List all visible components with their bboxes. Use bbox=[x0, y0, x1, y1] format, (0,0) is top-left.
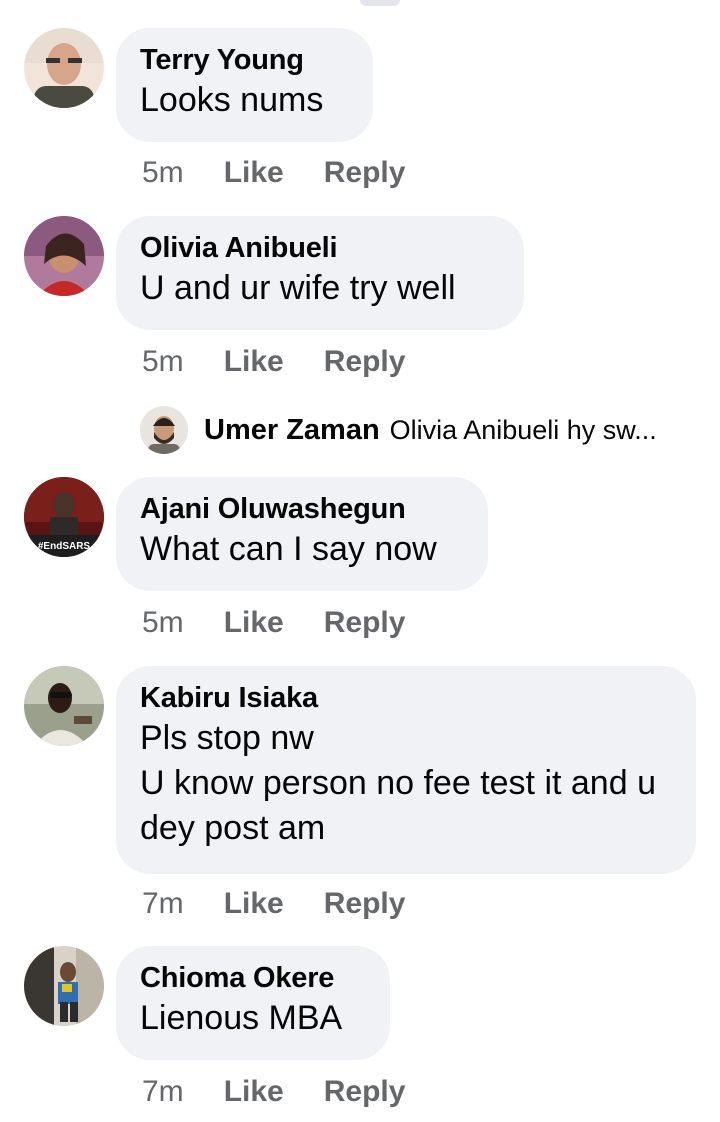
comment-time: 7m bbox=[142, 887, 184, 920]
like-button[interactable]: Like bbox=[224, 156, 284, 190]
reply-text: Olivia Anibueli hy sw... bbox=[389, 414, 657, 445]
comment-author[interactable]: Olivia Anibueli bbox=[140, 230, 500, 266]
comment-bubble: Ajani Oluwashegun What can I say now bbox=[116, 477, 488, 591]
comment-author[interactable]: Terry Young bbox=[140, 42, 349, 78]
comment-text: What can I say now bbox=[140, 530, 437, 568]
comment-author[interactable]: Ajani Oluwashegun bbox=[140, 491, 464, 527]
comment-bubble: Terry Young Looks nums bbox=[116, 28, 373, 142]
comment-actions: 5m Like Reply bbox=[142, 153, 405, 193]
like-button[interactable]: Like bbox=[224, 1075, 284, 1109]
comment-bubble: Olivia Anibueli U and ur wife try well bbox=[116, 216, 524, 330]
comment-time: 5m bbox=[142, 606, 184, 639]
user-avatar-umer[interactable] bbox=[140, 406, 188, 454]
comment-actions: 7m Like Reply bbox=[142, 1072, 405, 1112]
comment-text: Looks nums bbox=[140, 81, 324, 119]
comment-text: U and ur wife try well bbox=[140, 269, 456, 307]
reply-button[interactable]: Reply bbox=[324, 1075, 406, 1109]
comment-time: 5m bbox=[142, 156, 184, 189]
comment-time: 7m bbox=[142, 1075, 184, 1108]
user-avatar-terry[interactable] bbox=[24, 28, 104, 108]
comment-actions: 5m Like Reply bbox=[142, 603, 405, 643]
like-button[interactable]: Like bbox=[224, 887, 284, 921]
user-avatar-olivia[interactable] bbox=[24, 216, 104, 296]
reply-button[interactable]: Reply bbox=[324, 345, 406, 379]
user-avatar-ajani[interactable]: #EndSARS bbox=[24, 477, 104, 557]
user-avatar-kabiru[interactable] bbox=[24, 666, 104, 746]
like-button[interactable]: Like bbox=[224, 606, 284, 640]
user-avatar-chioma[interactable] bbox=[24, 946, 104, 1026]
comment-bubble: Chioma Okere Lienous MBA bbox=[116, 946, 390, 1060]
reply-author[interactable]: Umer Zaman bbox=[204, 414, 380, 447]
comment-bubble: Kabiru Isiaka Pls stop nw U know person … bbox=[116, 666, 696, 874]
reply-button[interactable]: Reply bbox=[324, 606, 406, 640]
comment-text: Lienous MBA bbox=[140, 999, 343, 1037]
svg-text:#EndSARS: #EndSARS bbox=[38, 541, 91, 552]
comment-actions: 5m Like Reply bbox=[142, 342, 405, 382]
comment-author[interactable]: Chioma Okere bbox=[140, 960, 366, 996]
reply-button[interactable]: Reply bbox=[324, 887, 406, 921]
like-button[interactable]: Like bbox=[224, 345, 284, 379]
comment-text: Pls stop nw U know person no fee test it… bbox=[140, 719, 656, 847]
comment-author[interactable]: Kabiru Isiaka bbox=[140, 680, 672, 716]
comment-actions: 7m Like Reply bbox=[142, 884, 405, 924]
reply-preview[interactable]: Umer Zaman Olivia Anibueli hy sw... bbox=[140, 404, 657, 456]
comment-time: 5m bbox=[142, 345, 184, 378]
reply-button[interactable]: Reply bbox=[324, 156, 406, 190]
cutoff-element bbox=[360, 0, 400, 6]
